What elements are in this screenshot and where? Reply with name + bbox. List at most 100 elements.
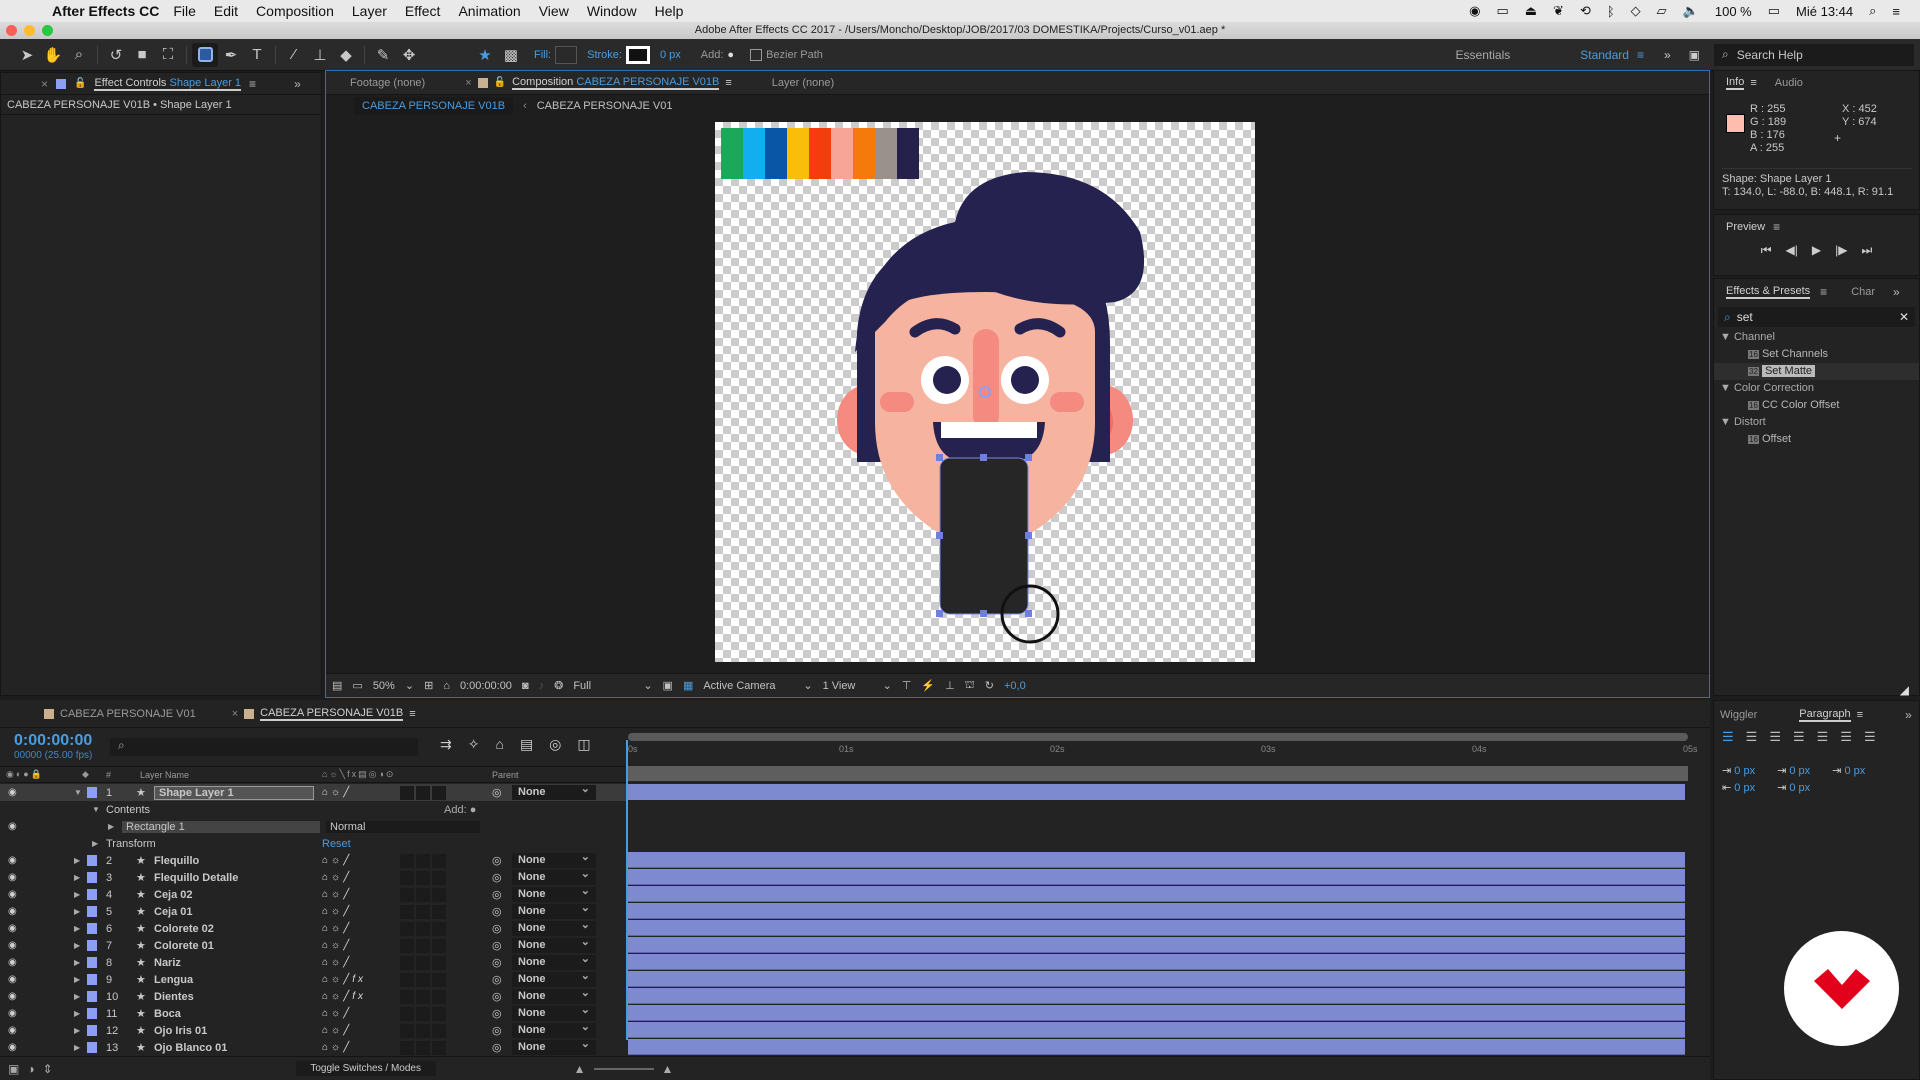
more-workspaces-icon[interactable]: »: [1664, 48, 1671, 62]
panel-layout-icon[interactable]: ▣: [1689, 48, 1700, 62]
layer-name[interactable]: Dientes: [154, 991, 194, 1003]
layer-bar[interactable]: [628, 1005, 1685, 1021]
layer-bar[interactable]: [628, 903, 1685, 919]
layer-name[interactable]: Ceja 02: [154, 889, 193, 901]
label-color[interactable]: [87, 974, 97, 985]
tab-paragraph[interactable]: Paragraph ≡: [1799, 703, 1863, 727]
layer-name[interactable]: Colorete 02: [154, 923, 214, 935]
pickwhip-icon[interactable]: ◎: [492, 973, 502, 986]
justify-last-right-icon[interactable]: ☰: [1840, 729, 1852, 745]
fast-preview-icon[interactable]: ⚡: [921, 679, 935, 692]
pan-behind-tool-icon[interactable]: ⛶: [155, 43, 181, 67]
layer-row[interactable]: ◉ ▶ 3 ★ Flequillo Detalle ⌂☼╱ ◎ None: [0, 867, 628, 886]
expand-triangle-icon[interactable]: ▶: [74, 1026, 80, 1035]
clear-search-icon[interactable]: ✕: [1899, 310, 1909, 324]
parent-select[interactable]: None: [512, 1020, 596, 1038]
time-ruler[interactable]: 0s 01s 02s 03s 04s 05s: [628, 742, 1698, 766]
pickwhip-icon[interactable]: ◎: [492, 871, 502, 884]
magnification-select[interactable]: 50%: [373, 680, 395, 692]
label-color[interactable]: [87, 957, 97, 968]
selection-tool-icon[interactable]: ➤: [14, 43, 40, 67]
panel-menu-icon[interactable]: ≡: [725, 77, 731, 89]
expand-triangle-icon[interactable]: ▶: [74, 941, 80, 950]
menu-composition[interactable]: Composition: [256, 3, 334, 19]
pickwhip-icon[interactable]: ◎: [492, 854, 502, 867]
parent-select[interactable]: None: [512, 952, 596, 970]
parent-select[interactable]: None: [512, 901, 596, 919]
effect-item[interactable]: 32 Set Matte: [1714, 363, 1919, 380]
menu-help[interactable]: Help: [655, 3, 684, 19]
layer-switches[interactable]: ⌂☼╱: [322, 940, 352, 951]
expand-triangle-icon[interactable]: ▶: [74, 992, 80, 1001]
expand-triangle-icon[interactable]: ▶: [74, 890, 80, 899]
layer-switches[interactable]: ⌂☼╱: [322, 906, 352, 917]
layer-row[interactable]: ◉ ▶ 8 ★ Nariz ⌂☼╱ ◎ None: [0, 952, 628, 971]
visibility-icon[interactable]: ◉: [8, 1042, 17, 1053]
clone-stamp-tool-icon[interactable]: ⊥: [307, 43, 333, 67]
layer-row[interactable]: ◉ ▶ 2 ★ Flequillo ⌂☼╱ ◎ None: [0, 850, 628, 869]
notification-icon[interactable]: ≡: [1892, 4, 1900, 19]
timeline-search-input[interactable]: ⌕: [110, 738, 418, 756]
screen-mirror-icon[interactable]: ▱: [1657, 3, 1667, 19]
layer-bar[interactable]: [628, 937, 1685, 953]
pickwhip-icon[interactable]: ◎: [492, 939, 502, 952]
stroke-label[interactable]: Stroke:: [587, 49, 622, 61]
pickwhip-icon[interactable]: ◎: [492, 786, 502, 799]
draft-3d-icon[interactable]: ✧: [468, 736, 480, 753]
parent-select[interactable]: None: [512, 918, 596, 936]
exposure-value[interactable]: +0,0: [1004, 680, 1026, 692]
layer-row[interactable]: ◉ ▶ 5 ★ Ceja 01 ⌂☼╱ ◎ None: [0, 901, 628, 920]
label-column-icon[interactable]: ◆: [82, 769, 89, 780]
comp-nav-active[interactable]: CABEZA PERSONAJE V01B: [354, 97, 514, 115]
effects-search-field[interactable]: ⌕ set ✕: [1718, 307, 1915, 327]
roto-brush-tool-icon[interactable]: ✎: [370, 43, 396, 67]
rectangle-tool-icon[interactable]: [192, 42, 218, 67]
text-tool-icon[interactable]: T: [244, 43, 270, 67]
lock-icon[interactable]: 🔓: [494, 77, 506, 88]
label-color[interactable]: [87, 1042, 97, 1053]
comp-nav-parent[interactable]: CABEZA PERSONAJE V01: [537, 100, 673, 112]
layer-bar[interactable]: [628, 886, 1685, 902]
bezier-checkbox[interactable]: [750, 48, 763, 61]
expand-triangle-icon[interactable]: ▶: [74, 873, 80, 882]
align-left-icon[interactable]: ☰: [1722, 729, 1734, 745]
toggle-switches-modes-button[interactable]: Toggle Switches / Modes: [295, 1061, 436, 1076]
flowchart-icon[interactable]: ⛫: [965, 679, 975, 693]
close-tab-icon[interactable]: ×: [41, 77, 48, 91]
panel-overflow-icon[interactable]: »: [294, 77, 301, 91]
tab-effect-controls[interactable]: Effect Controls Shape Layer 1: [94, 72, 242, 96]
resize-icon[interactable]: ◢: [1900, 683, 1909, 697]
expand-triangle-icon[interactable]: ▶: [74, 1009, 80, 1018]
layer-switches[interactable]: ⌂☼╱: [322, 889, 352, 900]
panel-menu-icon[interactable]: ≡: [1820, 285, 1827, 299]
expand-triangle-icon[interactable]: ▶: [108, 822, 114, 831]
parent-select[interactable]: None: [512, 986, 596, 1004]
add-content-button[interactable]: Add: ●: [444, 804, 476, 816]
visibility-icon[interactable]: ◉: [8, 855, 17, 866]
effects-group[interactable]: ▼ Channel: [1714, 329, 1919, 346]
menu-view[interactable]: View: [539, 3, 569, 19]
justify-all-icon[interactable]: ☰: [1864, 729, 1876, 745]
layer-name[interactable]: Ojo Iris 01: [154, 1025, 207, 1037]
first-frame-icon[interactable]: ⏮: [1761, 243, 1772, 258]
pickwhip-icon[interactable]: ◎: [492, 922, 502, 935]
layer-bar[interactable]: [628, 920, 1685, 936]
layer-bar[interactable]: [628, 869, 1685, 885]
layer-switches[interactable]: ⌂☼╱fx: [322, 974, 366, 985]
indent-right-field[interactable]: ⇤ 0 px: [1722, 780, 1755, 797]
expand-triangle-icon[interactable]: ▶: [74, 856, 80, 865]
visibility-icon[interactable]: ◉: [8, 906, 17, 917]
show-snapshot-icon[interactable]: ♪: [539, 680, 545, 692]
zoom-tool-icon[interactable]: ⌕: [66, 43, 92, 67]
camera-chevron-icon[interactable]: ⌄: [803, 679, 812, 692]
airplay-icon[interactable]: ⏏: [1525, 3, 1537, 19]
label-color[interactable]: [87, 787, 97, 798]
layer-switches[interactable]: ⌂☼╱: [322, 1025, 352, 1036]
layer-name[interactable]: Flequillo Detalle: [154, 872, 238, 884]
menu-edit[interactable]: Edit: [214, 3, 238, 19]
layer-bar[interactable]: [628, 1039, 1685, 1055]
play-icon[interactable]: ▶: [1812, 243, 1821, 258]
layer-switches[interactable]: ⌂☼╱: [322, 872, 352, 883]
next-frame-icon[interactable]: |▶: [1835, 243, 1847, 258]
composition-mini-flowchart-icon[interactable]: ⇉: [440, 736, 452, 753]
